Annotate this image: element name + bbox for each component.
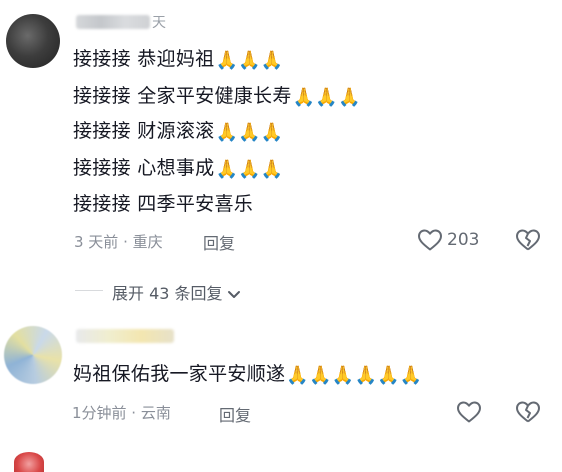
praying-hands-emoji: 🙏🙏🙏	[215, 159, 284, 180]
reply-button[interactable]: 回复	[203, 230, 235, 254]
avatar[interactable]	[4, 326, 62, 384]
comment-line-text: 接接接 全家平安健康长寿	[73, 85, 292, 107]
username-blurred	[76, 15, 150, 29]
broken-heart-icon[interactable]	[515, 400, 541, 424]
chevron-down-icon	[227, 290, 240, 298]
expand-divider	[75, 290, 103, 291]
comment-meta: 3 天前 · 重庆	[74, 233, 163, 251]
comment-line-4: 接接接 心想事成🙏🙏🙏	[73, 155, 284, 183]
comment-line-1: 接接接 恭迎妈祖🙏🙏🙏	[73, 46, 284, 74]
username[interactable]: 天	[76, 12, 166, 32]
expand-replies-button[interactable]: 展开 43 条回复	[112, 280, 241, 304]
comment-line-2: 接接接 全家平安健康长寿🙏🙏🙏	[73, 83, 361, 111]
like-count: 203	[447, 230, 480, 250]
comment-line-1: 妈祖保佑我一家平安顺遂🙏🙏🙏🙏🙏🙏	[73, 361, 423, 389]
expand-replies-label: 展开 43 条回复	[112, 284, 223, 303]
username-blurred	[76, 328, 174, 343]
comment-line-text: 妈祖保佑我一家平安顺遂	[73, 363, 286, 385]
heart-outline-icon[interactable]	[456, 400, 482, 424]
comment-line-text: 接接接 心想事成	[73, 157, 215, 179]
broken-heart-icon[interactable]	[515, 228, 541, 252]
heart-outline-icon[interactable]	[417, 228, 443, 252]
comment-line-3: 接接接 财源滚滚🙏🙏🙏	[73, 118, 284, 146]
praying-hands-emoji: 🙏🙏🙏🙏🙏🙏	[286, 365, 423, 386]
comment-line-text: 接接接 财源滚滚	[73, 120, 215, 142]
comment-line-5: 接接接 四季平安喜乐	[73, 191, 253, 217]
reply-button[interactable]: 回复	[219, 402, 251, 426]
avatar[interactable]	[6, 14, 60, 68]
praying-hands-emoji: 🙏🙏🙏	[215, 50, 284, 71]
comment-meta: 1分钟前 · 云南	[72, 404, 171, 422]
comment-line-text: 接接接 四季平安喜乐	[73, 193, 254, 215]
username-visible-part: 天	[152, 15, 166, 31]
avatar[interactable]	[14, 452, 44, 472]
praying-hands-emoji: 🙏🙏🙏	[292, 87, 361, 108]
username[interactable]	[76, 326, 174, 346]
praying-hands-emoji: 🙏🙏🙏	[215, 122, 284, 143]
comment-line-text: 接接接 恭迎妈祖	[73, 48, 215, 70]
